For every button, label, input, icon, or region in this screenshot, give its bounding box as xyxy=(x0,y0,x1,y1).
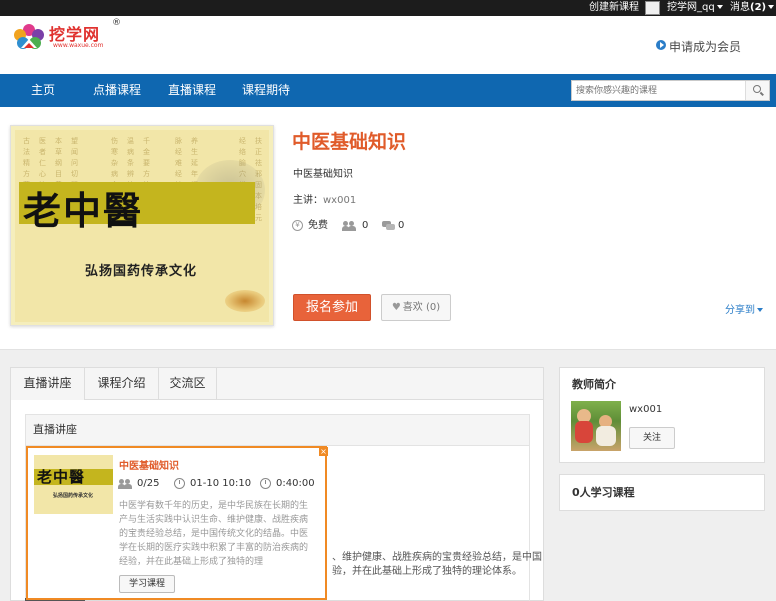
description-line: 经验，并在此基础上形成了独特的理 xyxy=(119,557,264,567)
apply-member-label: 申请成为会员 xyxy=(669,40,742,54)
lecture-duration: 0:40:00 xyxy=(276,478,315,489)
popup-description: 中医学有数千年的历史，是中华民族在长期的生 产与生活实践中认识生命、维护健康、战… xyxy=(119,499,319,569)
clock-icon xyxy=(260,478,271,489)
popup-title[interactable]: 中医基础知识 xyxy=(119,457,179,472)
teacher-name[interactable]: wx001 xyxy=(629,404,662,415)
enrolled-icon xyxy=(118,479,132,489)
lecturer-label: 主讲： xyxy=(293,195,323,206)
like-button[interactable]: ♥ 喜欢 (0) xyxy=(381,294,451,321)
tab-course-intro[interactable]: 课程介绍 xyxy=(85,368,159,400)
description-line: 产与生活实践中认识生命、维护健康、战胜疾病 xyxy=(119,515,309,525)
message-count: (2) xyxy=(750,2,767,13)
teacher-avatar[interactable] xyxy=(571,401,621,451)
lecture-thumbnail[interactable]: 老中醫 弘扬国药传承文化 xyxy=(34,455,113,514)
course-lecturer: 主讲：wx001 xyxy=(293,191,356,206)
enrolled-count: 0/25 xyxy=(137,478,160,489)
like-count: (0) xyxy=(425,302,441,313)
comments-icon xyxy=(382,221,395,231)
price-icon: ¥ xyxy=(292,220,303,231)
teacher-intro-panel: 教师简介 wx001 关注 xyxy=(559,367,765,463)
lecture-date: 01-10 10:10 xyxy=(190,478,252,489)
description-line: 、维护健康、战胜疾病的宝贵经验总结，是中国 xyxy=(332,552,542,563)
nav-upcoming[interactable]: 课程期待 xyxy=(242,74,290,107)
messages-label: 消息 xyxy=(730,2,750,13)
heart-icon: ♥ xyxy=(391,302,401,313)
like-label: 喜欢 xyxy=(402,302,423,313)
lecturer-name[interactable]: wx001 xyxy=(323,195,356,206)
students-count: 0 xyxy=(362,220,369,231)
create-course-link[interactable]: 创建新课程 xyxy=(589,0,639,16)
description-line: 验，并在此基础上形成了独特的理论体系。 xyxy=(332,566,522,577)
course-subtitle: 中医基础知识 xyxy=(293,169,353,180)
logo-flower-icon xyxy=(14,24,44,49)
apply-member-link[interactable]: 申请成为会员 xyxy=(656,38,742,55)
main-nav: 主页 点播课程 直播课程 课程期待 xyxy=(0,74,776,107)
learners-panel: 0人学习课程 xyxy=(559,474,765,511)
search-box xyxy=(571,80,770,101)
site-header: 挖学网 ® www.waxue.com 申请成为会员 xyxy=(0,16,776,74)
description-line: 学在长期的医疗实践中积累了丰富的防治疾病的 xyxy=(119,543,309,553)
course-hero: 古法精方草药良医 医者仁心济世救人 本草纲目黄帝内经 望闻问切阴阳五行 伤寒杂病… xyxy=(0,107,776,350)
cover-subtitle-art: 弘扬国药传承文化 xyxy=(85,264,198,279)
teacher-intro-title: 教师简介 xyxy=(572,378,616,391)
chevron-down-icon xyxy=(757,308,763,312)
user-menu[interactable]: 挖学网_qq xyxy=(667,0,723,16)
site-logo[interactable]: 挖学网 ® www.waxue.com xyxy=(9,18,129,70)
learners-title: 0人学习课程 xyxy=(572,486,635,499)
messages-menu[interactable]: 消息(2) xyxy=(730,0,775,16)
thumbnail-title-art: 老中醫 xyxy=(37,468,86,486)
students-icon xyxy=(342,221,356,231)
logo-url: www.waxue.com xyxy=(53,42,104,49)
lecture-popup-card: × 老中醫 弘扬国药传承文化 中医基础知识 0/25 01-10 10:10 0… xyxy=(26,446,328,600)
search-icon xyxy=(753,85,761,93)
study-course-button[interactable]: 学习课程 xyxy=(119,575,175,593)
search-input[interactable] xyxy=(572,81,746,100)
course-description-text: 、维护健康、战胜疾病的宝贵经验总结，是中国 验，并在此基础上形成了独特的理论体系… xyxy=(332,551,542,579)
top-utility-bar: 创建新课程 挖学网_qq 消息(2) xyxy=(0,0,776,16)
cover-title-art: 老中醫 xyxy=(23,188,144,233)
follow-button[interactable]: 关注 xyxy=(629,427,675,449)
share-menu[interactable]: 分享到 xyxy=(725,301,763,316)
enroll-button[interactable]: 报名参加 xyxy=(293,294,371,321)
section-heading: 直播讲座 xyxy=(26,415,529,446)
nav-on-demand[interactable]: 点播课程 xyxy=(93,74,141,107)
popup-stats: 0/25 01-10 10:10 0:40:00 xyxy=(118,478,319,492)
username-label: 挖学网_qq xyxy=(667,2,715,13)
nav-live[interactable]: 直播课程 xyxy=(168,74,216,107)
alarm-clock-icon xyxy=(174,478,185,489)
course-title: 中医基础知识 xyxy=(292,131,407,153)
share-label: 分享到 xyxy=(725,305,755,316)
comments-count: 0 xyxy=(398,220,405,231)
nav-home[interactable]: 主页 xyxy=(31,74,55,107)
tab-live-lectures[interactable]: 直播讲座 xyxy=(11,368,85,400)
course-tabs: 直播讲座 课程介绍 交流区 xyxy=(11,368,543,400)
play-circle-icon xyxy=(656,40,666,50)
close-icon[interactable]: × xyxy=(319,447,328,456)
chevron-down-icon xyxy=(768,5,775,9)
description-line: 的宝贵经验总结，是中国传统文化的结晶。中医 xyxy=(119,529,309,539)
description-line: 中医学有数千年的历史，是中华民族在长期的生 xyxy=(119,501,309,511)
registered-mark: ® xyxy=(112,18,121,28)
user-avatar[interactable] xyxy=(645,1,660,15)
thumbnail-subtitle-art: 弘扬国药传承文化 xyxy=(53,493,94,499)
course-cover-image: 古法精方草药良医 医者仁心济世救人 本草纲目黄帝内经 望闻问切阴阳五行 伤寒杂病… xyxy=(10,125,274,326)
chevron-down-icon xyxy=(716,5,723,9)
tab-discussion[interactable]: 交流区 xyxy=(159,368,217,400)
search-button[interactable] xyxy=(745,81,769,100)
price-label: 免费 xyxy=(308,220,328,231)
